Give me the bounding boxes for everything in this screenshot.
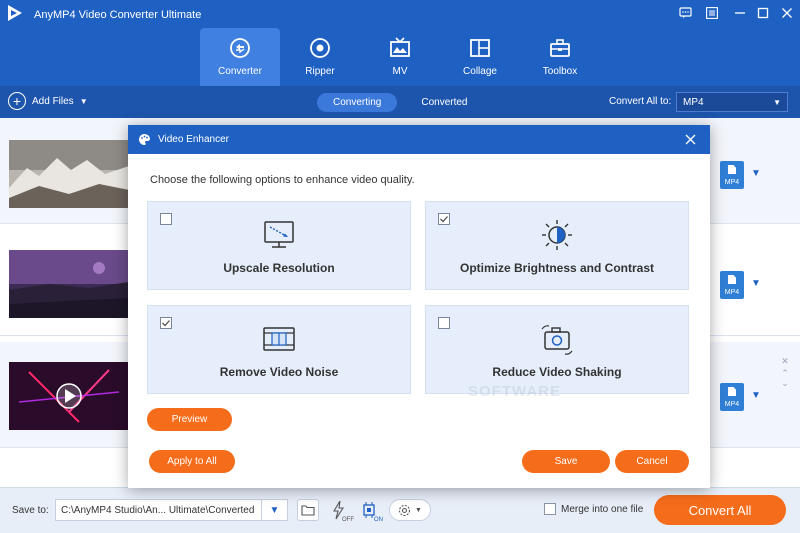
tab-collage-label: Collage	[463, 66, 497, 77]
hw-on-label: ON	[374, 517, 383, 523]
close-icon[interactable]	[779, 5, 795, 21]
chevron-down-icon[interactable]: ▼	[751, 390, 761, 401]
chevron-down-icon: ▼	[269, 504, 280, 516]
maximize-icon[interactable]	[755, 5, 771, 21]
tab-mv[interactable]: MV	[360, 28, 440, 86]
remove-file-icon[interactable]: ✕	[780, 356, 790, 367]
bottom-bar: Save to: C:\AnyMP4 Studio\An... Ultimate…	[0, 487, 800, 533]
apply-to-all-button[interactable]: Apply to All	[149, 450, 235, 473]
chevron-down-icon[interactable]: ▼	[751, 168, 761, 179]
dialog-header: Video Enhancer	[128, 125, 710, 154]
dialog-description: Choose the following options to enhance …	[150, 174, 415, 186]
converter-toolbar: + Add Files ▼ Converting Converted Conve…	[0, 86, 800, 118]
stabilize-camera-icon	[541, 325, 573, 355]
collage-icon	[470, 39, 490, 57]
tab-toolbox-label: Toolbox	[542, 66, 578, 77]
brightness-contrast-icon	[542, 220, 572, 250]
output-format-value: MP4	[683, 96, 704, 108]
chevron-down-icon: ▼	[773, 97, 781, 107]
shaking-label: Reduce Video Shaking	[492, 365, 622, 379]
tab-toolbox[interactable]: Toolbox	[520, 28, 600, 86]
noise-label: Remove Video Noise	[219, 365, 339, 379]
tab-converter-label: Converter	[218, 66, 262, 77]
add-files-label: Add Files	[32, 95, 74, 107]
gpu-accel-on-button[interactable]: ON	[358, 499, 383, 523]
chevron-down-icon[interactable]: ▼	[751, 278, 761, 289]
mp4-format-badge[interactable]: MP4	[720, 271, 744, 299]
hw-off-label: OFF	[342, 517, 354, 523]
open-folder-button[interactable]	[297, 499, 319, 521]
preview-button[interactable]: Preview	[147, 408, 232, 431]
settings-button[interactable]: ▼	[389, 499, 431, 521]
save-button[interactable]: Save	[522, 450, 610, 473]
gear-icon	[398, 504, 411, 516]
status-tabs: Converting Converted	[317, 93, 484, 112]
video-enhancer-dialog: Video Enhancer Choose the following opti…	[128, 125, 710, 488]
video-thumbnail	[9, 140, 129, 208]
tab-ripper-label: Ripper	[305, 66, 335, 77]
cancel-button[interactable]: Cancel	[615, 450, 689, 473]
palette-icon	[139, 133, 151, 145]
upscale-label: Upscale Resolution	[223, 261, 335, 275]
tab-collage[interactable]: Collage	[440, 28, 520, 86]
close-icon[interactable]	[682, 131, 698, 147]
convert-all-button[interactable]: Convert All	[654, 495, 786, 525]
format-badge-label: MP4	[724, 179, 740, 186]
brightness-label: Optimize Brightness and Contrast	[459, 261, 655, 275]
brightness-checkbox[interactable]	[438, 213, 450, 225]
output-format-select[interactable]: MP4 ▼	[676, 92, 788, 112]
merge-checkbox[interactable]	[544, 503, 556, 515]
move-down-icon[interactable]: ⌄	[780, 378, 790, 389]
feedback-icon[interactable]	[677, 5, 693, 21]
option-optimize-brightness[interactable]: Optimize Brightness and Contrast	[425, 201, 689, 290]
option-reduce-shaking[interactable]: Reduce Video Shaking	[425, 305, 689, 394]
video-thumbnail	[9, 250, 129, 318]
merge-label: Merge into one file	[561, 503, 644, 515]
convert-all-to-label: Convert All to:	[609, 96, 672, 107]
save-path-field[interactable]: C:\AnyMP4 Studio\An... Ultimate\Converte…	[55, 499, 262, 521]
checkmark-icon	[440, 216, 448, 223]
mv-icon	[390, 37, 410, 57]
tab-converted[interactable]: Converted	[405, 93, 483, 112]
video-thumbnail	[9, 362, 129, 430]
upscale-resolution-icon	[264, 221, 294, 248]
app-title: AnyMP4 Video Converter Ultimate	[34, 9, 202, 21]
title-bar: AnyMP4 Video Converter Ultimate Converte…	[0, 0, 800, 86]
dialog-title: Video Enhancer	[158, 134, 229, 145]
converter-icon	[230, 38, 250, 58]
menu-icon[interactable]	[704, 5, 720, 21]
remove-noise-icon	[263, 327, 295, 351]
checkmark-icon	[162, 320, 170, 327]
add-files-button[interactable]: + Add Files ▼	[8, 92, 88, 110]
mp4-format-badge[interactable]: MP4	[720, 383, 744, 411]
chevron-down-icon: ▼	[415, 506, 422, 514]
noise-checkbox[interactable]	[160, 317, 172, 329]
main-nav: Converter Ripper MV Collage Toolbox	[200, 28, 600, 86]
ripper-icon	[310, 38, 330, 58]
tab-converting[interactable]: Converting	[317, 93, 398, 112]
folder-icon	[301, 505, 315, 516]
option-upscale-resolution[interactable]: Upscale Resolution	[147, 201, 411, 290]
mp4-format-badge[interactable]: MP4	[720, 161, 744, 189]
toolbox-icon	[550, 39, 570, 57]
upscale-checkbox[interactable]	[160, 213, 172, 225]
tab-converter[interactable]: Converter	[200, 28, 280, 86]
minimize-icon[interactable]	[732, 5, 748, 21]
hardware-accel-off-button[interactable]: OFF	[328, 499, 354, 523]
plus-circle-icon: +	[8, 92, 26, 110]
format-badge-label: MP4	[724, 289, 740, 296]
format-badge-label: MP4	[724, 401, 740, 408]
watermark: SOFTWARE	[468, 383, 561, 400]
shaking-checkbox[interactable]	[438, 317, 450, 329]
tab-ripper[interactable]: Ripper	[280, 28, 360, 86]
option-remove-noise[interactable]: Remove Video Noise	[147, 305, 411, 394]
chevron-down-icon[interactable]: ▼	[80, 97, 88, 106]
save-to-label: Save to:	[12, 505, 49, 516]
tab-mv-label: MV	[392, 66, 408, 77]
merge-option[interactable]: Merge into one file	[544, 503, 643, 515]
save-path-dropdown[interactable]: ▼	[262, 499, 288, 521]
app-logo-icon	[8, 5, 22, 21]
